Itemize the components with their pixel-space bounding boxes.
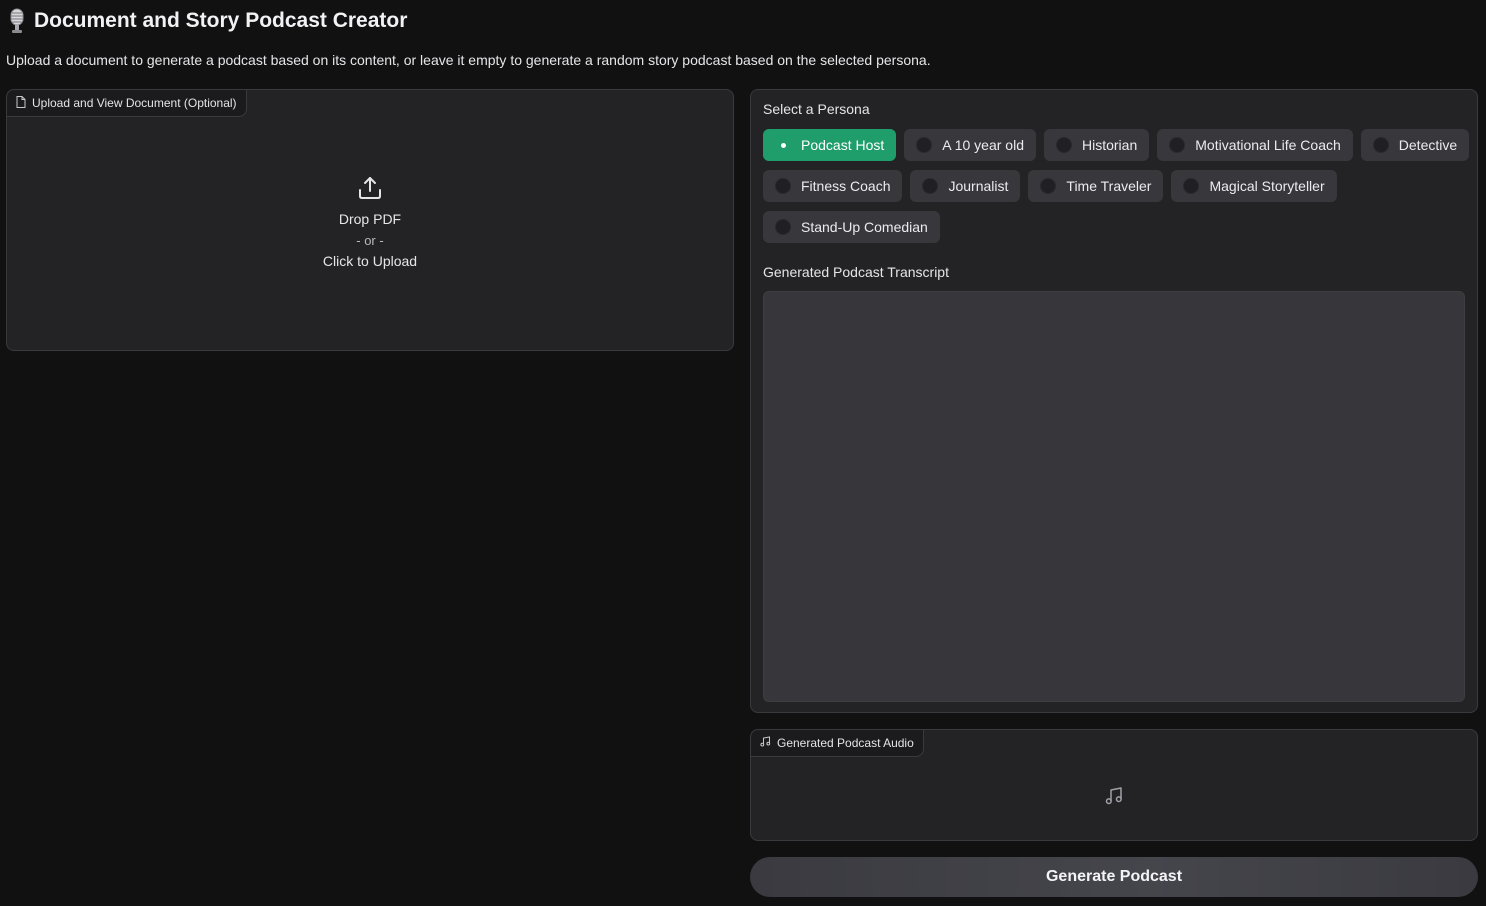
radio-unselected-icon [1169, 137, 1186, 153]
page-title: Document and Story Podcast Creator [6, 6, 407, 36]
persona-option-label: Magical Storyteller [1209, 178, 1325, 194]
persona-option-time-traveler[interactable]: Time Traveler [1028, 170, 1164, 202]
upload-icon [357, 175, 383, 201]
persona-option-label: Detective [1398, 137, 1458, 153]
persona-option-magical-storyteller[interactable]: Magical Storyteller [1171, 170, 1337, 202]
persona-option-detective[interactable]: Detective [1360, 129, 1470, 161]
audio-panel-label-text: Generated Podcast Audio [777, 736, 914, 750]
drop-pdf-text: Drop PDF [338, 211, 402, 227]
microphone-icon [6, 7, 28, 35]
transcript-textarea[interactable] [763, 291, 1465, 702]
persona-option-label: A 10 year old [942, 137, 1024, 153]
page-title-text: Document and Story Podcast Creator [34, 9, 408, 32]
click-to-upload-text: Click to Upload [322, 253, 418, 269]
persona-option-label: Stand-Up Comedian [801, 219, 928, 235]
persona-option-podcast-host[interactable]: Podcast Host [763, 129, 897, 161]
file-icon [16, 95, 26, 111]
persona-option-stand-up-comedian[interactable]: Stand-Up Comedian [763, 211, 940, 243]
page-description: Upload a document to generate a podcast … [6, 52, 931, 68]
persona-option-journalist[interactable]: Journalist [910, 170, 1021, 202]
persona-label: Select a Persona [763, 101, 870, 117]
radio-unselected-icon [922, 178, 939, 194]
audio-output-panel: Generated Podcast Audio [750, 729, 1478, 841]
persona-option-label: Fitness Coach [801, 178, 891, 194]
pdf-drop-zone[interactable]: Drop PDF - or - Click to Upload [7, 117, 733, 350]
persona-transcript-panel: Select a Persona Podcast Host A 10 year … [750, 89, 1478, 713]
persona-option-label: Journalist [948, 178, 1009, 194]
persona-option-motivational-life-coach[interactable]: Motivational Life Coach [1157, 129, 1353, 161]
persona-option-10-year-old[interactable]: A 10 year old [904, 129, 1036, 161]
or-separator: - or - [356, 233, 384, 248]
radio-unselected-icon [1040, 178, 1057, 194]
persona-option-label: Podcast Host [801, 137, 885, 153]
radio-unselected-icon [916, 137, 933, 153]
persona-option-label: Motivational Life Coach [1195, 137, 1341, 153]
document-upload-panel: Upload and View Document (Optional) Drop… [6, 89, 734, 351]
radio-selected-icon [775, 137, 791, 153]
persona-option-label: Historian [1082, 137, 1138, 153]
upload-panel-label-text: Upload and View Document (Optional) [32, 96, 237, 110]
radio-unselected-icon [775, 219, 791, 235]
upload-panel-label: Upload and View Document (Optional) [7, 90, 247, 117]
radio-unselected-icon [775, 178, 791, 194]
audio-panel-label: Generated Podcast Audio [751, 730, 924, 757]
persona-option-label: Time Traveler [1066, 178, 1152, 194]
audio-placeholder [751, 757, 1477, 840]
radio-unselected-icon [1056, 137, 1072, 153]
persona-option-fitness-coach[interactable]: Fitness Coach [763, 170, 903, 202]
transcript-label: Generated Podcast Transcript [763, 264, 949, 280]
radio-unselected-icon [1372, 137, 1389, 153]
persona-option-historian[interactable]: Historian [1044, 129, 1150, 161]
music-note-icon [1104, 786, 1124, 811]
radio-unselected-icon [1183, 178, 1200, 194]
generate-podcast-button[interactable]: Generate Podcast [750, 857, 1478, 897]
persona-radio-group: Podcast Host A 10 year old Historian Mot… [763, 129, 1473, 243]
music-note-icon [760, 736, 771, 750]
